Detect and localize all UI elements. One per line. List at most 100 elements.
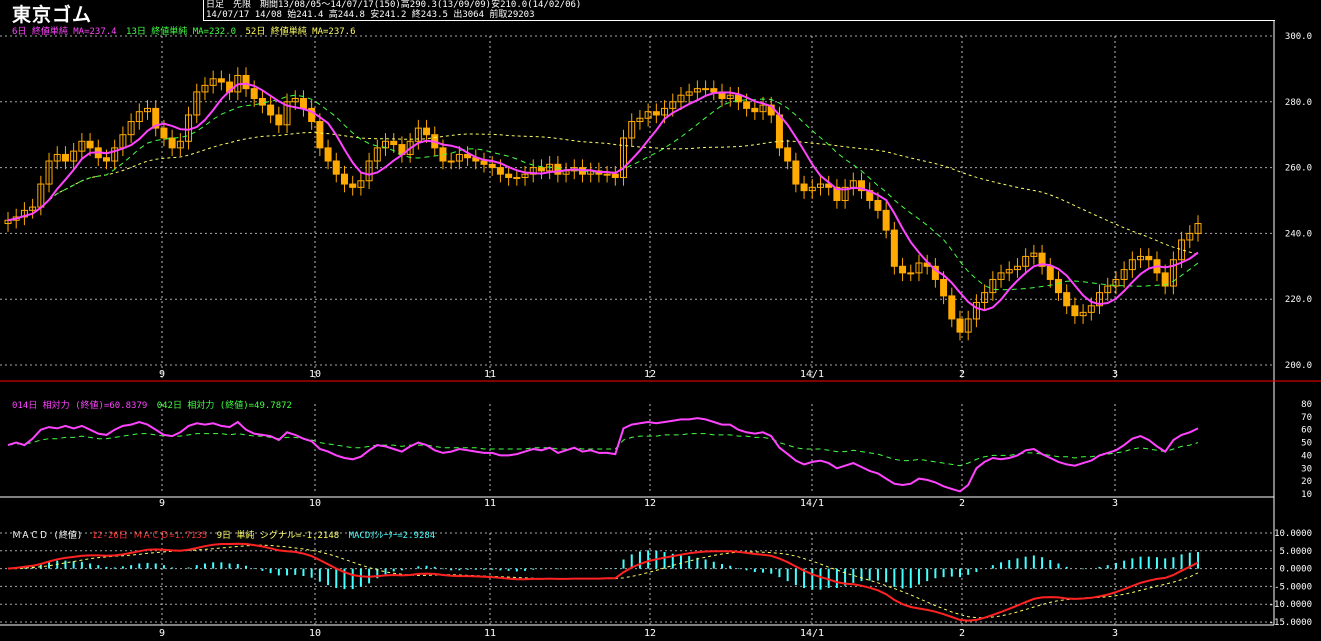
- candle-body: [775, 114, 783, 149]
- candle-body: [784, 147, 792, 162]
- candle-body: [611, 173, 619, 178]
- y-tick-label: 240.0: [1285, 229, 1312, 239]
- candle-body: [1063, 292, 1071, 307]
- candle-body: [250, 88, 258, 100]
- x-tick-label: 10: [309, 628, 321, 639]
- candle-body: [652, 111, 660, 116]
- x-tick-label: 12: [644, 628, 656, 639]
- candle-body: [751, 107, 759, 113]
- candle-body: [603, 173, 611, 176]
- candle-body: [217, 78, 225, 83]
- x-tick-label: 14/1: [800, 628, 824, 639]
- x-tick-label: 9: [159, 498, 165, 509]
- y-tick-label: 5.0000: [1279, 547, 1312, 557]
- x-tick-label: 9: [159, 369, 165, 380]
- y-tick-label: -15.0000: [1269, 618, 1312, 628]
- candle-body: [1071, 305, 1079, 317]
- y-tick-label: 60: [1301, 426, 1312, 436]
- candle-body: [537, 167, 545, 172]
- candle-body: [488, 163, 496, 169]
- x-tick-label: 14/1: [800, 369, 824, 380]
- x-tick-label: 11: [484, 628, 496, 639]
- candle-body: [275, 114, 283, 126]
- x-tick-label: 11: [484, 369, 496, 380]
- candle-body: [316, 121, 324, 149]
- candle-body: [267, 104, 275, 116]
- rsi42-line: [7, 433, 1199, 467]
- candle-body: [242, 74, 250, 90]
- y-tick-label: 70: [1301, 413, 1312, 423]
- candle-body: [480, 160, 488, 165]
- candle-body: [907, 272, 915, 275]
- x-tick-label: 12: [644, 369, 656, 380]
- y-tick-label: 280.0: [1285, 98, 1312, 108]
- candle-body: [940, 278, 948, 297]
- y-tick-label: 40: [1301, 451, 1312, 461]
- x-tick-label: 11: [484, 498, 496, 509]
- candle-body: [324, 147, 332, 162]
- candle-body: [340, 173, 348, 185]
- candle-body: [1054, 278, 1062, 294]
- x-tick-label: 10: [309, 498, 321, 509]
- candle-body: [86, 140, 94, 149]
- candle-body: [61, 153, 69, 162]
- candle-body: [874, 200, 882, 211]
- y-tick-label: 20: [1301, 477, 1312, 487]
- candle-body: [299, 98, 307, 109]
- x-tick-label: 2: [959, 628, 965, 639]
- candle-body: [800, 183, 808, 192]
- y-tick-label: 80: [1301, 400, 1312, 410]
- candle-body: [513, 176, 521, 179]
- y-tick-label: 10.0000: [1274, 529, 1312, 539]
- y-tick-label: 0.0000: [1279, 565, 1312, 575]
- y-tick-label: 220.0: [1285, 295, 1312, 305]
- y-tick-label: 10: [1301, 490, 1312, 500]
- candle-body: [505, 173, 513, 178]
- x-tick-label: 3: [1112, 498, 1118, 509]
- y-tick-label: 30: [1301, 464, 1312, 474]
- candle-body: [496, 167, 504, 175]
- candle-body: [160, 127, 168, 139]
- macd-line: [7, 542, 1199, 622]
- candle-body: [332, 160, 340, 175]
- x-tick-label: 10: [309, 369, 321, 380]
- candle-body: [168, 137, 176, 149]
- candle-body: [447, 160, 455, 163]
- y-tick-label: 50: [1301, 439, 1312, 449]
- ma13-line: [7, 94, 1199, 291]
- candle-body: [349, 183, 357, 188]
- candle-body: [1145, 255, 1153, 261]
- x-tick-label: 14/1: [800, 498, 824, 509]
- candle-body: [890, 229, 898, 267]
- candle-body: [258, 98, 266, 106]
- x-tick-label: 2: [959, 369, 965, 380]
- candle-body: [792, 160, 800, 185]
- y-tick-label: 200.0: [1285, 361, 1312, 371]
- candle-body: [882, 209, 890, 231]
- ma52-line: [7, 131, 1199, 255]
- x-tick-label: 2: [959, 498, 965, 509]
- candle-body: [102, 157, 110, 162]
- rsi14-line: [7, 417, 1199, 493]
- candle-body: [956, 318, 964, 333]
- chart-canvas: 200.0 220.0 240.0 260.0 280.0 300.0 10 20 30 40 50…: [0, 20, 1321, 639]
- y-tick-label: 300.0: [1285, 32, 1312, 42]
- ma6-line: [7, 82, 1199, 312]
- x-tick-label: 9: [159, 628, 165, 639]
- y-tick-label: -10.0000: [1269, 600, 1312, 610]
- candle-body: [423, 127, 431, 136]
- x-tick-label: 3: [1112, 628, 1118, 639]
- candle-body: [1046, 265, 1054, 280]
- candle-body: [710, 88, 718, 93]
- candle-body: [554, 163, 562, 175]
- candle-body: [743, 101, 751, 109]
- x-tick-label: 12: [644, 498, 656, 509]
- candle-body: [948, 295, 956, 320]
- candle-body: [899, 265, 907, 274]
- x-tick-label: 3: [1112, 369, 1118, 380]
- y-tick-label: -5.0000: [1274, 582, 1312, 592]
- candle-body: [390, 140, 398, 146]
- signal-line: [8, 544, 1199, 619]
- candle-body: [702, 88, 710, 91]
- y-tick-label: 260.0: [1285, 164, 1312, 174]
